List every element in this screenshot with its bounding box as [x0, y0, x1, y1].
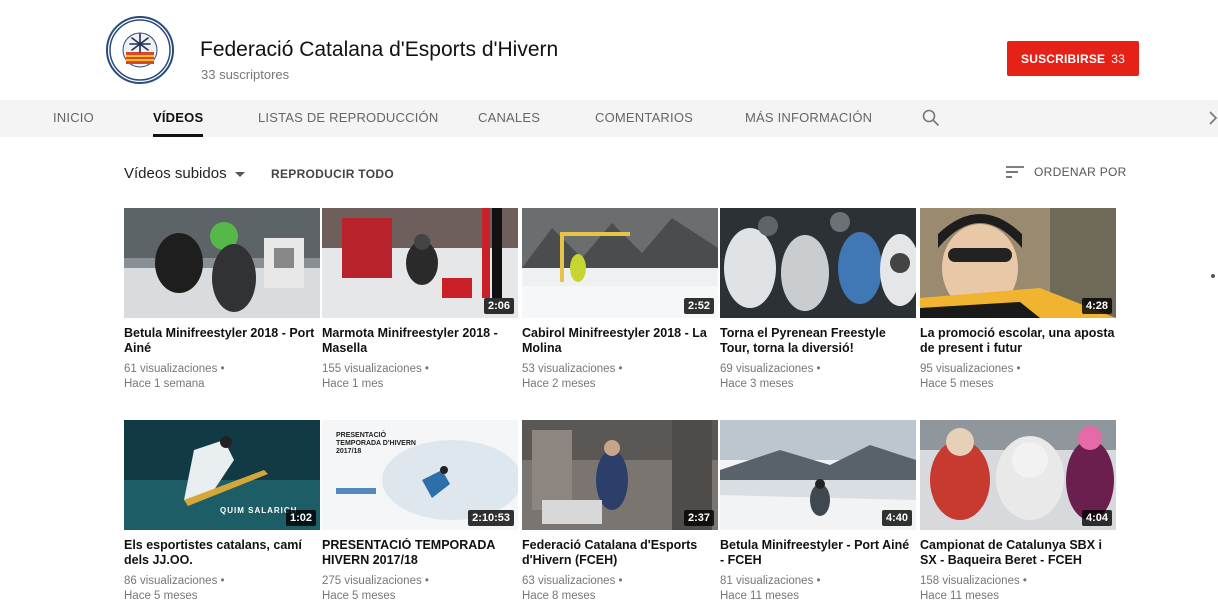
view-count: 155 visualizaciones • — [322, 363, 429, 375]
video-duration: 2:52 — [683, 298, 714, 314]
video-duration: 2:06 — [483, 298, 514, 314]
upload-age: Hace 1 mes — [322, 378, 384, 390]
upload-age: Hace 3 meses — [720, 378, 794, 390]
video-card[interactable]: Torna el Pyrenean Freestyle Tour, torna … — [720, 208, 916, 392]
tab-about[interactable]: MÁS INFORMACIÓN — [745, 100, 872, 137]
section-title: Vídeos subidos — [124, 165, 227, 182]
channel-title: Federació Catalana d'Esports d'Hivern — [200, 38, 559, 61]
video-thumbnail[interactable]: 4:04 — [920, 420, 1116, 530]
upload-age: Hace 5 meses — [322, 590, 396, 602]
view-count: 63 visualizaciones • — [522, 575, 623, 587]
subscribe-count: 33 — [1111, 51, 1125, 66]
video-card[interactable]: 2:37 Federació Catalana d'Esports d'Hive… — [522, 420, 718, 604]
video-thumbnail[interactable]: 4:40 — [720, 420, 916, 530]
video-title[interactable]: La promoció escolar, una aposta de prese… — [920, 326, 1116, 356]
video-card[interactable]: 4:04 Campionat de Catalunya SBX i SX - B… — [920, 420, 1116, 604]
caret-down-icon — [234, 171, 245, 177]
video-title[interactable]: Cabirol Minifreestyler 2018 - La Molina — [522, 326, 718, 356]
sort-label: ORDENAR POR — [1034, 165, 1127, 179]
view-count: 61 visualizaciones • — [124, 363, 225, 375]
upload-age: Hace 2 meses — [522, 378, 596, 390]
tab-videos[interactable]: VÍDEOS — [153, 100, 204, 137]
video-thumbnail[interactable] — [720, 208, 916, 318]
uploaded-videos-dropdown[interactable]: Vídeos subidos — [124, 165, 245, 182]
tab-comments[interactable]: COMENTARIOS — [595, 100, 693, 137]
thumbnail-caption: PRESENTACIÓ TEMPORADA D'HIVERN 2017/18 — [336, 432, 416, 455]
channel-header: Federació Catalana d'Esports d'Hivern 33… — [0, 0, 1218, 100]
video-title[interactable]: PRESENTACIÓ TEMPORADA HIVERN 2017/18 — [322, 538, 518, 568]
view-count: 158 visualizaciones • — [920, 575, 1027, 587]
video-title[interactable]: Federació Catalana d'Esports d'Hivern (F… — [522, 538, 718, 568]
view-count: 81 visualizaciones • — [720, 575, 821, 587]
sort-button[interactable]: ORDENAR POR — [1006, 165, 1127, 179]
video-title[interactable]: Betula Minifreestyler 2018 - Port Ainé — [124, 326, 320, 356]
video-title[interactable]: Campionat de Catalunya SBX i SX - Baquei… — [920, 538, 1116, 568]
tab-channels[interactable]: CANALES — [478, 100, 540, 137]
scroll-indicator — [1211, 274, 1215, 278]
view-count: 86 visualizaciones • — [124, 575, 225, 587]
video-duration: 4:04 — [1081, 510, 1112, 526]
upload-age: Hace 11 meses — [720, 590, 800, 602]
upload-age: Hace 1 semana — [124, 378, 205, 390]
video-thumbnail[interactable]: 4:28 — [920, 208, 1116, 318]
video-duration: 2:37 — [683, 510, 714, 526]
video-title[interactable]: Els esportistes catalans, camí dels JJ.O… — [124, 538, 320, 568]
video-thumbnail[interactable]: QUIM SALARICH 1:02 — [124, 420, 320, 530]
upload-age: Hace 5 meses — [124, 590, 198, 602]
subscriber-count: 33 suscriptores — [201, 67, 290, 82]
view-count: 95 visualizaciones • — [920, 363, 1021, 375]
subscribe-button[interactable]: SUSCRIBIRSE 33 — [1007, 41, 1139, 76]
search-icon[interactable] — [922, 109, 940, 127]
video-thumbnail[interactable] — [124, 208, 320, 318]
play-all-button[interactable]: REPRODUCIR TODO — [271, 167, 394, 181]
video-card[interactable]: QUIM SALARICH 1:02 Els esportistes catal… — [124, 420, 320, 604]
view-count: 275 visualizaciones • — [322, 575, 429, 587]
video-title[interactable]: Marmota Minifreestyler 2018 - Masella — [322, 326, 518, 356]
upload-age: Hace 5 meses — [920, 378, 994, 390]
video-card[interactable]: 4:28 La promoció escolar, una aposta de … — [920, 208, 1116, 392]
video-card[interactable]: PRESENTACIÓ TEMPORADA D'HIVERN 2017/18 2… — [322, 420, 518, 604]
video-card[interactable]: 2:52 Cabirol Minifreestyler 2018 - La Mo… — [522, 208, 718, 392]
video-thumbnail[interactable]: 2:37 — [522, 420, 718, 530]
video-card[interactable]: 4:40 Betula Minifreestyler - Port Ainé -… — [720, 420, 916, 604]
sort-icon — [1006, 166, 1024, 178]
video-thumbnail[interactable]: 2:06 — [322, 208, 518, 318]
view-count: 53 visualizaciones • — [522, 363, 623, 375]
video-thumbnail[interactable]: 2:52 — [522, 208, 718, 318]
video-thumbnail[interactable]: PRESENTACIÓ TEMPORADA D'HIVERN 2017/18 2… — [322, 420, 518, 530]
channel-logo[interactable] — [106, 16, 174, 84]
video-duration: 4:28 — [1081, 298, 1112, 314]
thumbnail-image — [124, 208, 320, 318]
tab-playlists[interactable]: LISTAS DE REPRODUCCIÓN — [258, 100, 438, 137]
video-duration: 2:10:53 — [468, 510, 514, 526]
video-card[interactable]: 2:06 Marmota Minifreestyler 2018 - Masel… — [322, 208, 518, 392]
video-card[interactable]: Betula Minifreestyler 2018 - Port Ainé 6… — [124, 208, 320, 392]
upload-age: Hace 11 meses — [920, 590, 1000, 602]
video-title[interactable]: Torna el Pyrenean Freestyle Tour, torna … — [720, 326, 916, 356]
federation-logo-graphic — [109, 19, 171, 81]
view-count: 69 visualizaciones • — [720, 363, 821, 375]
video-duration: 4:40 — [881, 510, 912, 526]
video-title[interactable]: Betula Minifreestyler - Port Ainé - FCEH — [720, 538, 916, 568]
subscribe-label: SUSCRIBIRSE — [1021, 51, 1106, 66]
video-duration: 1:02 — [285, 510, 316, 526]
channel-tabs: INICIO VÍDEOS LISTAS DE REPRODUCCIÓN CAN… — [0, 100, 1218, 137]
thumbnail-image — [720, 208, 916, 318]
tab-inicio[interactable]: INICIO — [53, 100, 94, 137]
chevron-right-icon[interactable] — [1208, 109, 1218, 127]
upload-age: Hace 8 meses — [522, 590, 596, 602]
